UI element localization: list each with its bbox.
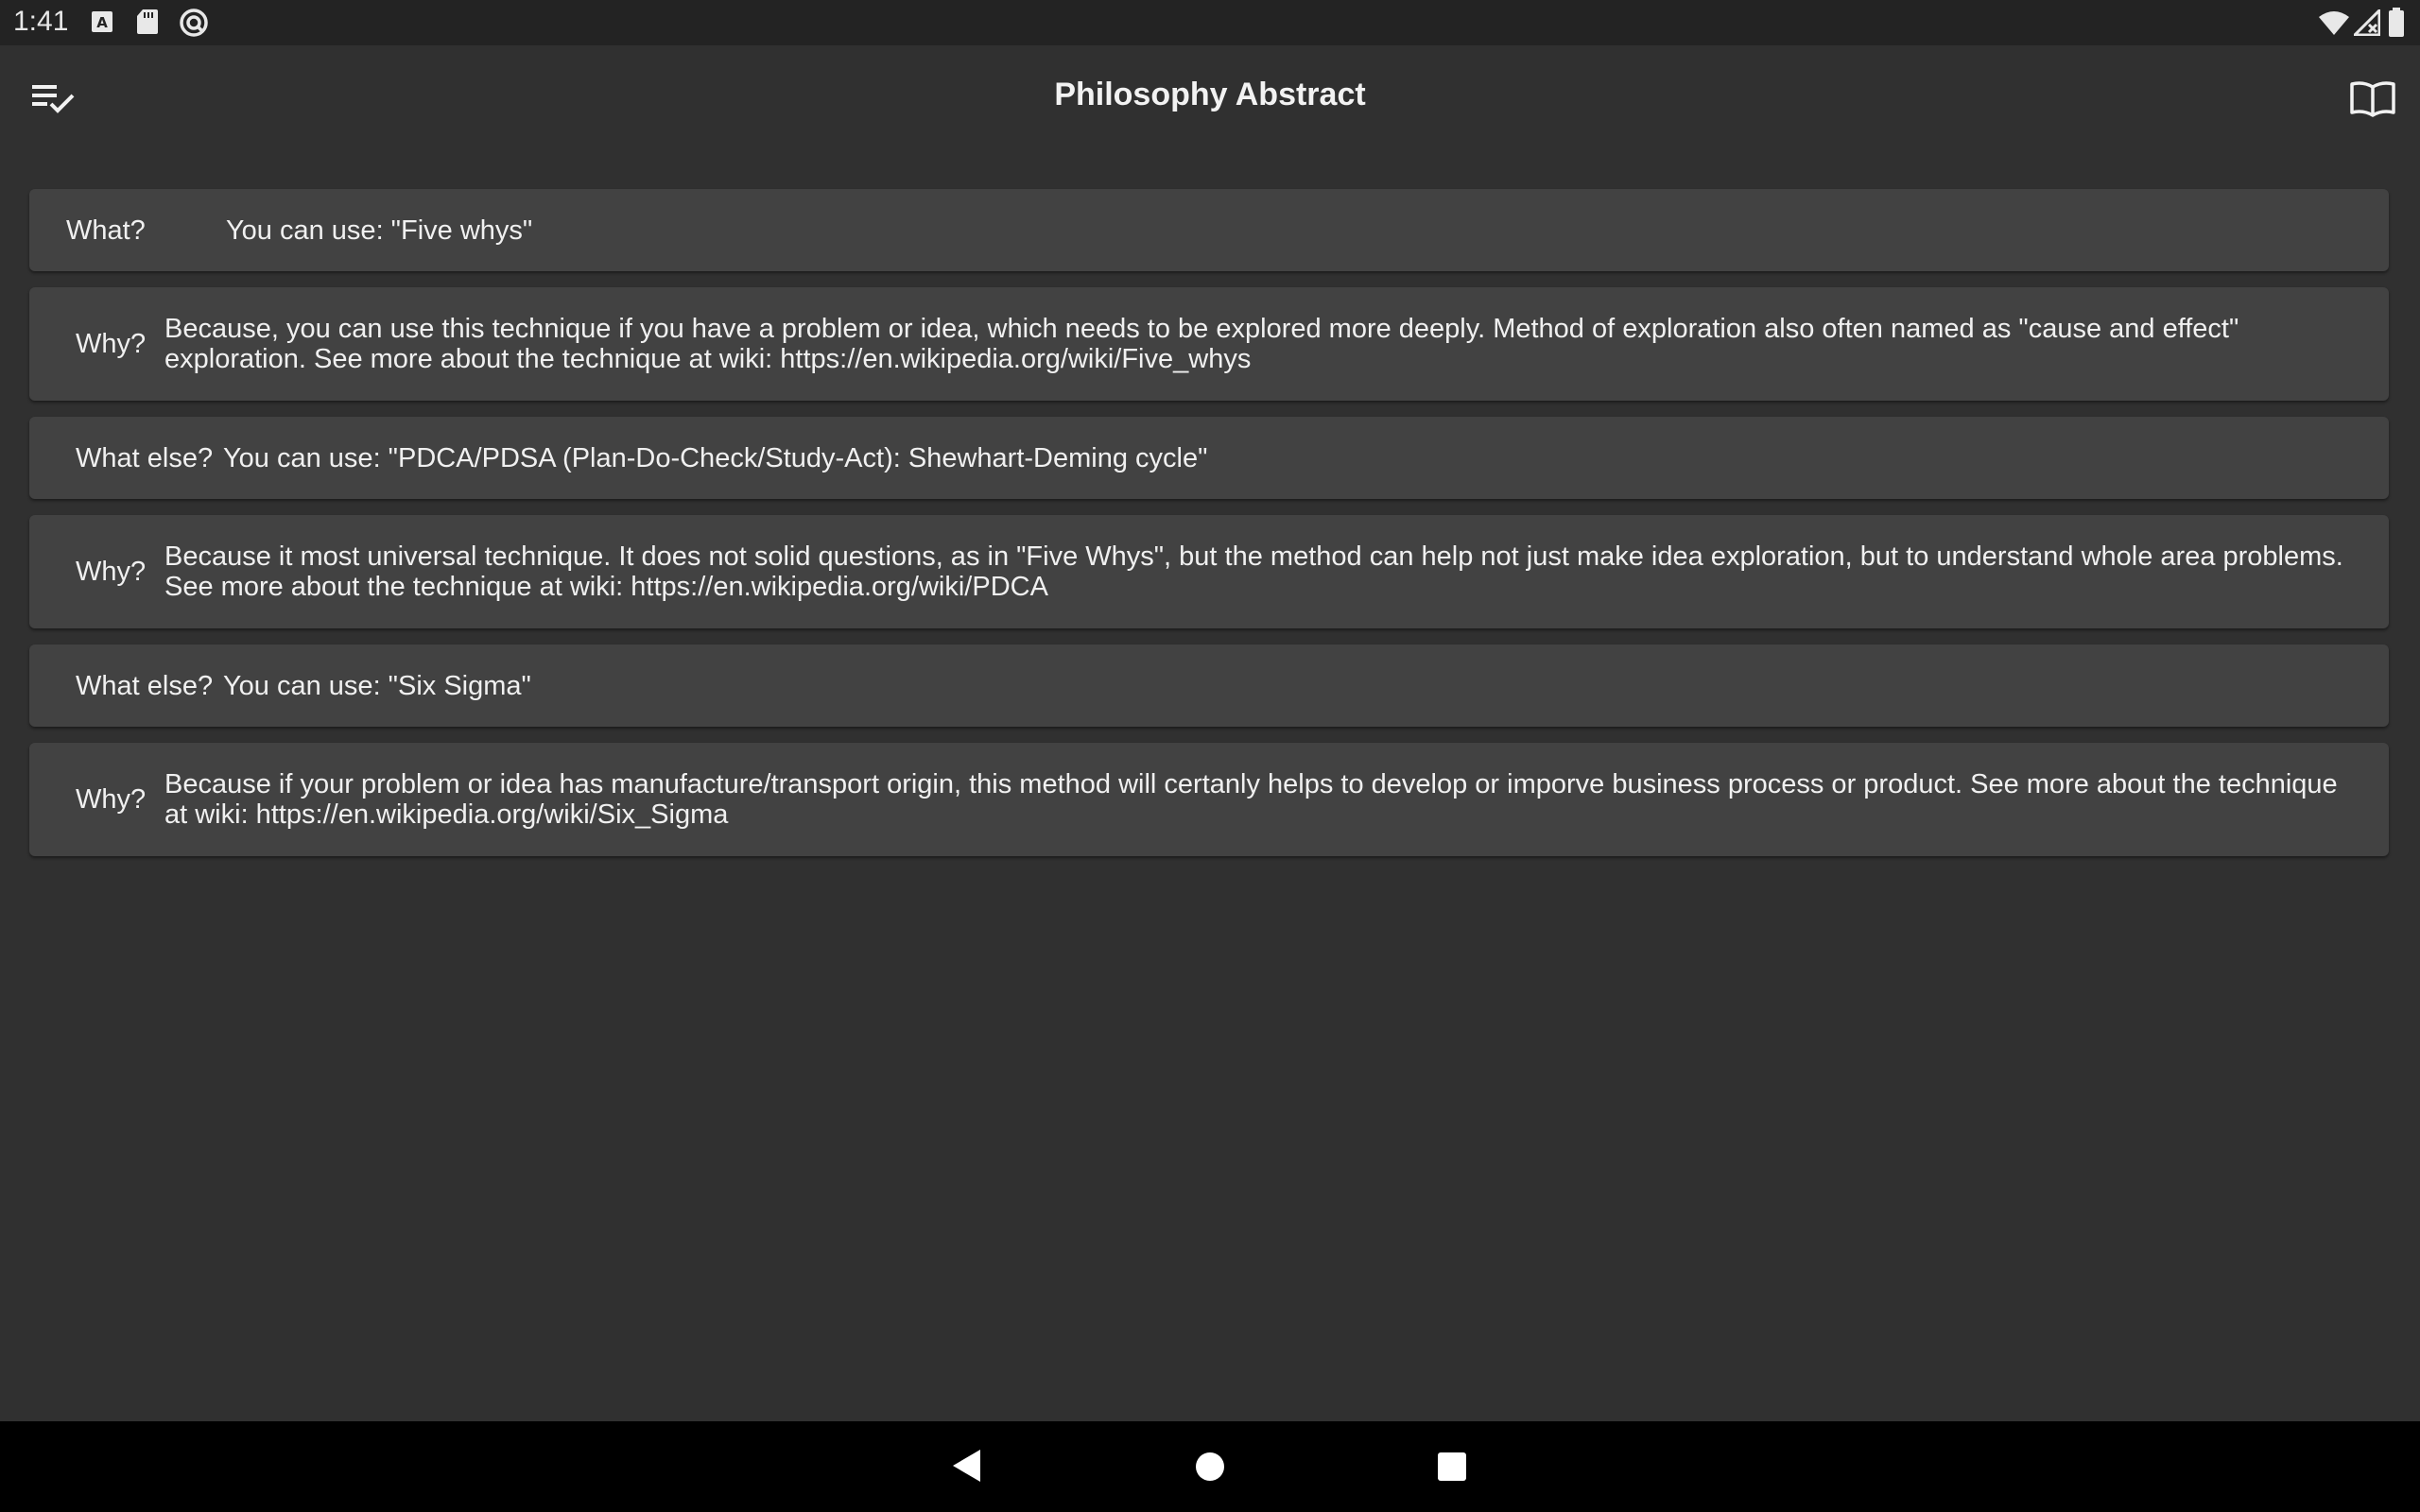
svg-text:A: A xyxy=(96,14,108,31)
qa-card-why[interactable]: Why? Because it most universal technique… xyxy=(29,515,2389,628)
navigation-bar xyxy=(0,1421,2420,1512)
a-icon: A xyxy=(92,11,112,32)
wifi-icon xyxy=(2319,11,2349,35)
qa-card-why[interactable]: Why? Because, you can use this technique… xyxy=(29,287,2389,401)
card-label: What else? xyxy=(76,442,214,473)
sd-card-icon xyxy=(137,9,158,34)
card-text: You can use: "Five whys" xyxy=(226,215,533,246)
card-text: Because if your problem or idea has manu… xyxy=(164,769,2338,830)
recents-icon[interactable] xyxy=(1437,1452,1467,1482)
card-text: Because, you can use this technique if y… xyxy=(164,314,2239,374)
status-time: 1:41 xyxy=(13,6,69,37)
card-label: Why? xyxy=(76,329,147,359)
card-label: Why? xyxy=(76,784,147,815)
qa-card-what[interactable]: What? You can use: "Five whys" xyxy=(29,189,2389,271)
book-icon[interactable] xyxy=(2350,81,2395,117)
card-text: You can use: "Six Sigma" xyxy=(223,670,531,701)
page-title: Philosophy Abstract xyxy=(1054,77,1366,112)
battery-icon xyxy=(2389,8,2404,37)
qa-card-why[interactable]: Why? Because if your problem or idea has… xyxy=(29,743,2389,856)
qa-card-what-else[interactable]: What else? You can use: "Six Sigma" xyxy=(29,644,2389,727)
qa-card-what-else[interactable]: What else? You can use: "PDCA/PDSA (Plan… xyxy=(29,417,2389,499)
qa-list: What? You can use: "Five whys" Why? Beca… xyxy=(29,189,2389,872)
card-label: What? xyxy=(66,215,146,246)
app-bar: Philosophy Abstract xyxy=(0,45,2420,151)
back-icon[interactable] xyxy=(952,1449,982,1483)
signal-icon xyxy=(2354,9,2380,36)
card-label: What else? xyxy=(76,670,214,701)
card-text: You can use: "PDCA/PDSA (Plan-Do-Check/S… xyxy=(223,442,1208,473)
home-icon[interactable] xyxy=(1195,1452,1225,1482)
sync-circle-icon xyxy=(180,9,208,37)
card-text: Because it most universal technique. It … xyxy=(164,541,2343,602)
status-bar: 1:41 A xyxy=(0,0,2420,45)
card-label: Why? xyxy=(76,557,147,587)
